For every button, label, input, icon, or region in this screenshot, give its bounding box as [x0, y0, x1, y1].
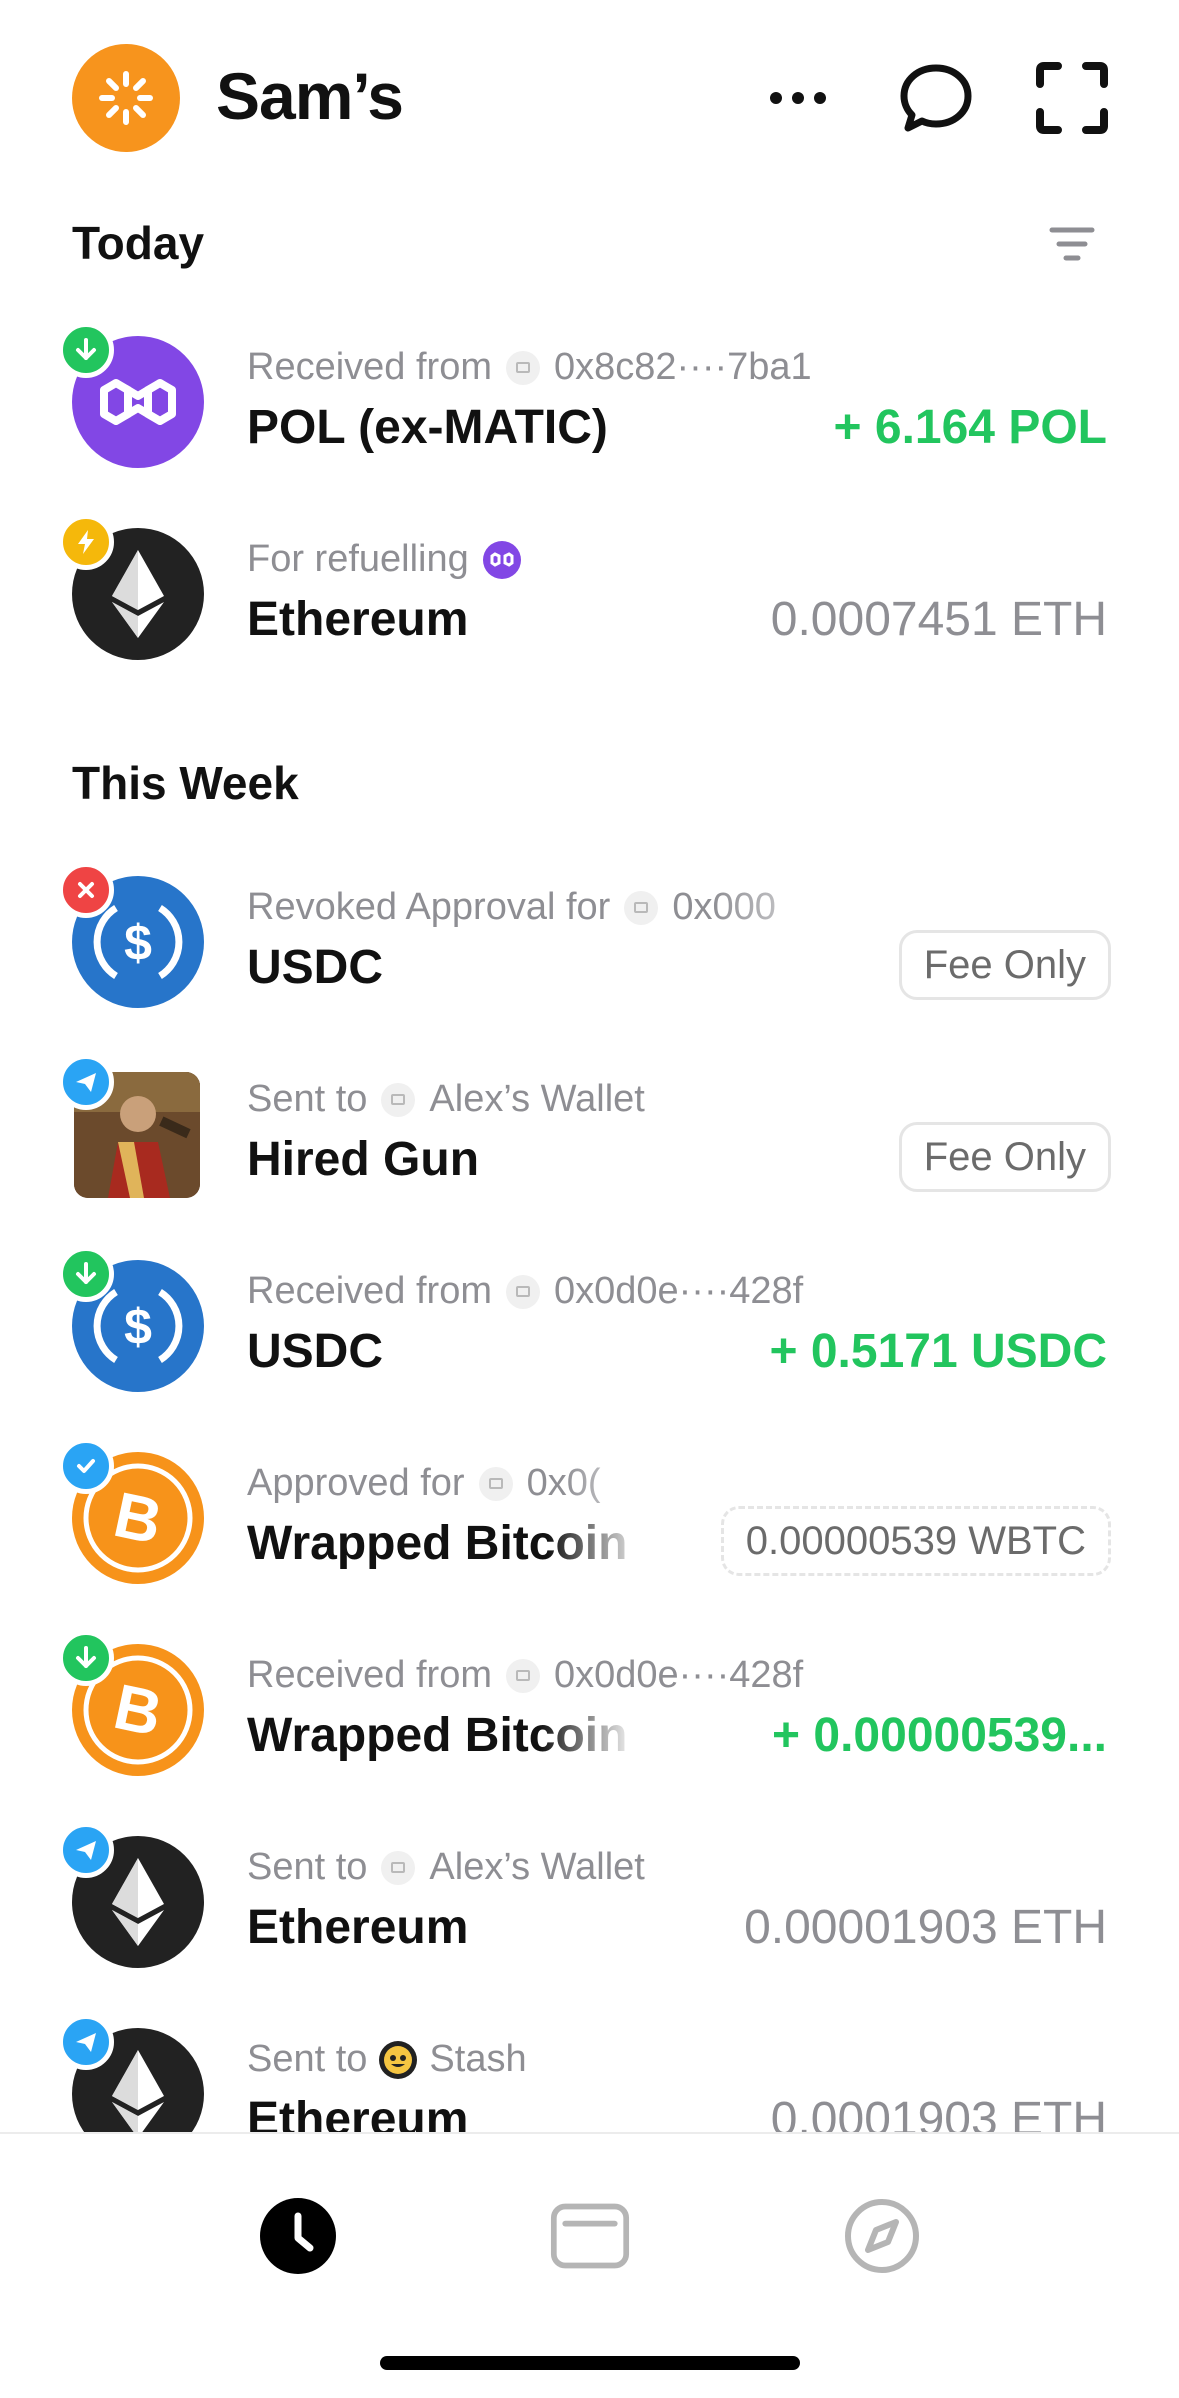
- section-this-week: This Week: [72, 757, 299, 809]
- refuel-icon: [58, 514, 114, 570]
- transaction-subtitle: Approved for 0x0(: [247, 1462, 601, 1504]
- wallet-icon: [624, 890, 659, 925]
- approval-amount-badge: 0.00000539 WBTC: [720, 1506, 1111, 1576]
- wallet-icon: [381, 1082, 416, 1117]
- asset-name: Ethereum: [247, 593, 469, 646]
- received-icon: [58, 1630, 114, 1686]
- transaction-subtitle: For refuelling: [247, 538, 521, 581]
- svg-text:B: B: [108, 1478, 168, 1558]
- transaction-row[interactable]: For refuelling Ethereum 0.0007451 ETH: [0, 496, 1179, 686]
- explore-tab[interactable]: [842, 2196, 922, 2276]
- transaction-row[interactable]: Sent to Alex’s Wallet Ethereum 0.00001903…: [0, 1804, 1179, 1994]
- transaction-row[interactable]: B Approved for 0x0( Wrapped Bitcoin 0.000…: [0, 1420, 1179, 1610]
- transaction-row[interactable]: Sent to Alex’s Wallet Hired Gun Fee Only: [0, 1036, 1179, 1226]
- wallet-icon: [550, 2203, 630, 2269]
- fee-only-badge: Fee Only: [898, 930, 1111, 1000]
- wallet-icon: [381, 1850, 416, 1885]
- filter-button[interactable]: [1046, 222, 1098, 266]
- sun-icon: [99, 71, 153, 125]
- wallet-icon: [478, 1466, 513, 1501]
- transaction-subtitle: Sent to Stash: [247, 2038, 527, 2080]
- chat-bubble-icon: [900, 64, 972, 132]
- home-indicator: [380, 2356, 800, 2370]
- chat-button[interactable]: [894, 56, 978, 140]
- account-avatar[interactable]: [72, 44, 180, 152]
- sent-icon: [58, 1054, 114, 1110]
- asset-name: Ethereum: [247, 1901, 469, 1954]
- more-icon: [770, 92, 826, 104]
- transaction-amount: + 0.00000539...: [772, 1709, 1107, 1762]
- svg-text:$: $: [124, 915, 152, 971]
- activity-tab[interactable]: [258, 2196, 338, 2276]
- section-today: Today: [72, 217, 205, 269]
- transaction-row[interactable]: B Received from 0x0d0e····428f Wrapped Bi…: [0, 1612, 1179, 1802]
- sent-icon: [58, 1822, 114, 1878]
- transaction-amount: + 0.5171 USDC: [769, 1325, 1107, 1378]
- transaction-subtitle: Sent to Alex’s Wallet: [247, 1846, 645, 1888]
- svg-text:B: B: [108, 1670, 168, 1750]
- stash-emoji-icon: [379, 2040, 418, 2079]
- received-icon: [58, 1246, 114, 1302]
- sent-icon: [58, 2014, 114, 2070]
- asset-name: Wrapped Bitcoin: [247, 1709, 628, 1762]
- asset-name: Hired Gun: [247, 1133, 480, 1186]
- more-button[interactable]: [756, 56, 840, 140]
- compass-icon: [845, 2199, 919, 2273]
- transaction-amount: 0.00001903 ETH: [744, 1901, 1107, 1954]
- transaction-amount: + 6.164 POL: [833, 401, 1108, 454]
- asset-name: USDC: [247, 1325, 384, 1378]
- transaction-subtitle: Sent to Alex’s Wallet: [247, 1078, 645, 1120]
- transaction-subtitle: Revoked Approval for 0x000: [247, 886, 776, 928]
- transaction-row[interactable]: Received from 0x8c82····7ba1 POL (ex-MATI…: [0, 304, 1179, 494]
- wallet-icon: [505, 350, 540, 385]
- fee-only-badge: Fee Only: [898, 1122, 1111, 1192]
- svg-text:$: $: [124, 1299, 152, 1355]
- transaction-row[interactable]: $ Received from 0x0d0e····428f USDC + 0.5…: [0, 1228, 1179, 1418]
- wallet-icon: [505, 1274, 540, 1309]
- clock-icon: [260, 2198, 336, 2274]
- transaction-row[interactable]: $ Revoked Approval for 0x000 USDC Fee Onl…: [0, 844, 1179, 1034]
- asset-name: Wrapped Bitcoin: [247, 1517, 628, 1570]
- received-icon: [58, 322, 114, 378]
- wallet-icon: [505, 1658, 540, 1693]
- revoked-icon: [58, 862, 114, 918]
- asset-name: POL (ex-MATIC): [247, 401, 608, 454]
- scan-icon: [1036, 62, 1108, 134]
- approved-icon: [58, 1438, 114, 1494]
- asset-name: USDC: [247, 941, 384, 994]
- app-header: Sam’s: [0, 0, 1179, 190]
- transaction-amount: 0.0007451 ETH: [770, 593, 1107, 646]
- page-title: Sam’s: [216, 59, 404, 133]
- transaction-subtitle: Received from 0x0d0e····428f: [247, 1270, 804, 1312]
- transaction-subtitle: Received from 0x0d0e····428f: [247, 1654, 804, 1696]
- transaction-subtitle: Received from 0x8c82····7ba1: [247, 346, 812, 388]
- polygon-chain-icon: [482, 540, 521, 579]
- scan-button[interactable]: [1030, 56, 1114, 140]
- wallet-tab[interactable]: [550, 2196, 630, 2276]
- filter-icon: [1049, 227, 1095, 261]
